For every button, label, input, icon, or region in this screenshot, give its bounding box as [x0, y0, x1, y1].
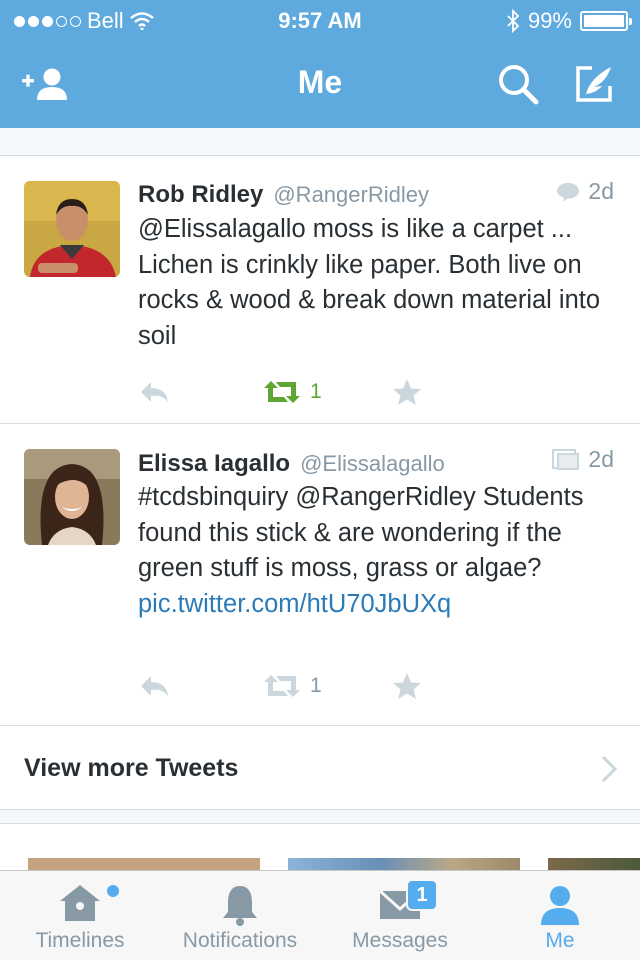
- tab-messages[interactable]: Messages: [320, 871, 480, 960]
- retweet-icon: [264, 381, 300, 403]
- tab-timelines[interactable]: Timelines: [0, 871, 160, 960]
- bluetooth-icon: [507, 9, 520, 33]
- battery-percent: 99%: [527, 8, 572, 33]
- conversation-icon: [557, 182, 580, 201]
- divider: [0, 810, 640, 824]
- unread-dot: [107, 885, 119, 897]
- tab-label: Notifications: [182, 929, 298, 952]
- author-handle[interactable]: @Elissalagallo: [300, 451, 445, 477]
- retweet-count: 1: [310, 674, 322, 697]
- tab-me[interactable]: Me: [480, 871, 640, 960]
- person-icon: [541, 886, 579, 925]
- tweet-body: #tcdsbinquiry @RangerRidley Students fou…: [138, 483, 584, 582]
- author-handle[interactable]: @RangerRidley: [273, 182, 429, 208]
- reply-button[interactable]: [138, 380, 170, 404]
- retweet-button[interactable]: 1: [262, 674, 322, 698]
- photo-icon: [552, 448, 580, 470]
- author-name[interactable]: Elissa Iagallo: [138, 450, 290, 478]
- retweet-button[interactable]: 1: [262, 380, 322, 404]
- messages-badge: 1: [406, 879, 438, 911]
- view-more-label: View more Tweets: [24, 754, 239, 782]
- tab-bar: Timelines Notifications Messages 1 Me: [0, 870, 640, 960]
- retweet-count: 1: [310, 380, 322, 403]
- reply-icon: [141, 382, 168, 402]
- view-more-tweets-button[interactable]: View more Tweets: [0, 726, 640, 810]
- tweet[interactable]: Elissa Iagallo @Elissalagallo 2d #tcdsbi…: [0, 424, 640, 726]
- avatar[interactable]: [24, 449, 120, 545]
- compose-button[interactable]: [566, 58, 622, 110]
- search-icon: [499, 65, 539, 105]
- author-name[interactable]: Rob Ridley: [138, 181, 263, 209]
- home-icon: [60, 885, 100, 921]
- photo-thumbnail[interactable]: [288, 858, 520, 870]
- battery-icon: [580, 11, 632, 31]
- tab-label: Me: [545, 929, 575, 952]
- battery-level: [584, 15, 624, 27]
- tab-label: Messages: [352, 929, 448, 952]
- reply-icon: [141, 676, 168, 696]
- app-header: Bell 9:57 AM 99% Me: [0, 0, 640, 128]
- status-bar: Bell 9:57 AM 99%: [0, 0, 640, 40]
- photo-thumbnail[interactable]: [548, 858, 640, 870]
- status-right: 99%: [506, 8, 632, 34]
- star-icon: [393, 673, 421, 699]
- photo-thumbnail[interactable]: [28, 858, 260, 870]
- timeline[interactable]: Rob Ridley @RangerRidley 2d @Elissalagal…: [0, 128, 640, 870]
- tweet-header: Elissa Iagallo @Elissalagallo 2d: [138, 446, 614, 482]
- photo-strip[interactable]: [0, 824, 640, 870]
- retweet-icon: [264, 675, 300, 697]
- avatar[interactable]: [24, 181, 120, 277]
- bell-icon: [223, 886, 257, 926]
- tweet-header: Rob Ridley @RangerRidley 2d: [138, 178, 614, 214]
- tweet-meta: 2d: [556, 178, 614, 205]
- tab-label: Timelines: [35, 929, 125, 952]
- tweet[interactable]: Rob Ridley @RangerRidley 2d @Elissalagal…: [0, 156, 640, 424]
- favorite-button[interactable]: [392, 672, 422, 700]
- compose-icon: [576, 66, 612, 102]
- search-button[interactable]: [490, 58, 546, 110]
- chevron-right-icon: [601, 755, 618, 783]
- tweet-text: @Elissalagallo moss is like a carpet ...…: [138, 215, 601, 350]
- tweet-text: #tcdsbinquiry @RangerRidley Students fou…: [138, 480, 620, 622]
- tweet-meta: 2d: [552, 446, 614, 473]
- favorite-button[interactable]: [392, 378, 422, 406]
- tweet-time: 2d: [588, 446, 614, 472]
- tweet-time: 2d: [588, 178, 614, 204]
- star-icon: [393, 379, 421, 405]
- divider: [0, 128, 640, 156]
- reply-button[interactable]: [138, 674, 170, 698]
- tab-notifications[interactable]: Notifications: [160, 871, 320, 960]
- tweet-link[interactable]: pic.twitter.com/htU70JbUXq: [138, 590, 451, 618]
